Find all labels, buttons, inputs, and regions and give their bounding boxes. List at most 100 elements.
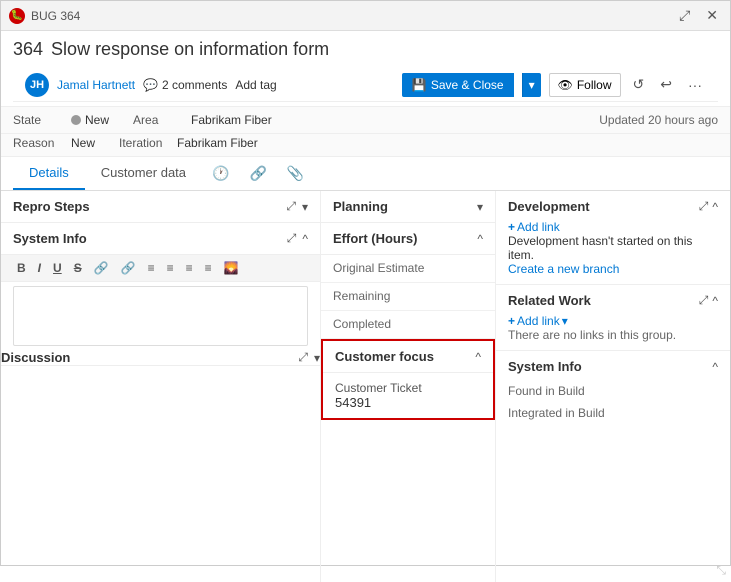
link-button[interactable]: 🔗 bbox=[90, 259, 113, 277]
work-item-id: 364 bbox=[13, 39, 43, 60]
state-label: State bbox=[13, 113, 63, 127]
related-expand-icon[interactable]: ⤢ bbox=[699, 293, 709, 308]
related-chevron: ▾ bbox=[562, 314, 568, 328]
close-button[interactable]: ✕ bbox=[702, 5, 722, 26]
area-value[interactable]: Fabrikam Fiber bbox=[191, 113, 272, 127]
discussion-chevron[interactable]: ▾ bbox=[314, 351, 320, 365]
save-close-button[interactable]: 💾 Save & Close bbox=[402, 73, 514, 97]
list-button[interactable]: ≡ bbox=[144, 259, 159, 277]
bold-button[interactable]: B bbox=[13, 259, 30, 277]
create-branch-link[interactable]: Create a new branch bbox=[508, 262, 619, 276]
tab-attach[interactable]: 📎 bbox=[277, 159, 314, 188]
title-bar: 🐛 BUG 364 ⤢ ✕ bbox=[1, 1, 730, 31]
main-content: Repro Steps ⤢ ▾ System Info ⤢ ^ B I U S … bbox=[1, 191, 730, 582]
reason-group: Reason New bbox=[13, 136, 95, 150]
customer-focus-collapse[interactable]: ^ bbox=[475, 350, 481, 364]
sys-info-right-collapse[interactable]: ^ bbox=[712, 360, 718, 374]
right-column: Development ⤢ ^ + Add link Development h… bbox=[496, 191, 730, 582]
follow-button[interactable]: 👁 Follow bbox=[549, 73, 621, 97]
editor-toolbar: B I U S 🔗 🔗 ≡ ≡ ≡ ≡ 🌄 bbox=[1, 255, 320, 282]
related-work-title: Related Work bbox=[508, 293, 591, 308]
integrated-in-build-field[interactable]: Integrated in Build bbox=[508, 402, 718, 424]
customer-focus-body: Customer Ticket 54391 bbox=[323, 373, 493, 418]
dev-collapse-icon[interactable]: ^ bbox=[712, 199, 718, 214]
plus-icon: + bbox=[508, 220, 515, 234]
strikethrough-button[interactable]: S bbox=[70, 259, 86, 277]
reason-label: Reason bbox=[13, 136, 63, 150]
title-bar-text: BUG 364 bbox=[31, 9, 80, 23]
development-title: Development bbox=[508, 199, 590, 214]
tab-customer-data[interactable]: Customer data bbox=[85, 157, 202, 190]
indent-button[interactable]: ≡ bbox=[182, 259, 197, 277]
planning-title: Planning bbox=[333, 199, 388, 214]
area-label: Area bbox=[133, 113, 183, 127]
discussion-title: Discussion bbox=[1, 350, 70, 365]
editor-area[interactable] bbox=[13, 286, 308, 346]
planning-chevron[interactable]: ▾ bbox=[477, 200, 483, 214]
link2-button[interactable]: 🔗 bbox=[117, 259, 140, 277]
reason-area: Reason New Iteration Fabrikam Fiber bbox=[1, 134, 730, 157]
sys-collapse-icon[interactable]: ^ bbox=[302, 232, 308, 246]
related-work-section: Related Work ⤢ ^ + Add link ▾ There are … bbox=[496, 285, 730, 351]
user-name[interactable]: Jamal Hartnett bbox=[57, 78, 135, 92]
updated-text: Updated 20 hours ago bbox=[599, 113, 718, 127]
development-section: Development ⤢ ^ + Add link Development h… bbox=[496, 191, 730, 285]
system-info-header[interactable]: System Info ⤢ ^ bbox=[1, 223, 320, 255]
sys-expand-icon[interactable]: ⤢ bbox=[287, 231, 297, 246]
reason-value[interactable]: New bbox=[71, 136, 95, 150]
effort-collapse[interactable]: ^ bbox=[477, 232, 483, 246]
comments-count: 2 comments bbox=[162, 78, 227, 92]
remaining-field[interactable]: Remaining bbox=[321, 283, 495, 311]
tab-details[interactable]: Details bbox=[13, 157, 85, 190]
undo-button[interactable]: ↩ bbox=[656, 72, 676, 97]
add-tag-button[interactable]: Add tag bbox=[235, 78, 276, 92]
system-info-right-section: System Info ^ Found in Build Integrated … bbox=[496, 351, 730, 432]
save-icon: 💾 bbox=[412, 78, 427, 92]
found-in-build-field[interactable]: Found in Build bbox=[508, 380, 718, 402]
related-add-link-button[interactable]: + Add link ▾ bbox=[508, 314, 568, 328]
italic-button[interactable]: I bbox=[34, 259, 45, 277]
iteration-group: Iteration Fabrikam Fiber bbox=[119, 136, 258, 150]
state-dot bbox=[71, 115, 81, 125]
customer-ticket-label: Customer Ticket bbox=[335, 381, 481, 395]
state-area: State New Area Fabrikam Fiber Updated 20… bbox=[1, 107, 730, 134]
customer-focus-header[interactable]: Customer focus ^ bbox=[323, 341, 493, 373]
middle-column: Planning ▾ Effort (Hours) ^ Original Est… bbox=[321, 191, 496, 582]
save-close-dropdown[interactable]: ▾ bbox=[522, 73, 541, 97]
discussion-header[interactable]: Discussion ⤢ ▾ bbox=[1, 350, 320, 366]
outdent-button[interactable]: ≡ bbox=[201, 259, 216, 277]
planning-header[interactable]: Planning ▾ bbox=[321, 191, 495, 223]
customer-focus-section: Customer focus ^ Customer Ticket 54391 bbox=[321, 339, 495, 420]
customer-ticket-value[interactable]: 54391 bbox=[335, 395, 481, 410]
left-column: Repro Steps ⤢ ▾ System Info ⤢ ^ B I U S … bbox=[1, 191, 321, 582]
repro-expand-icon[interactable]: ⤢ bbox=[286, 199, 296, 214]
repro-steps-header[interactable]: Repro Steps ⤢ ▾ bbox=[1, 191, 320, 223]
comments-button[interactable]: 💬 2 comments bbox=[143, 78, 227, 92]
work-item-title: Slow response on information form bbox=[51, 39, 329, 60]
image-button[interactable]: 🌄 bbox=[220, 259, 243, 277]
expand-button[interactable]: ⤢ bbox=[675, 5, 694, 26]
dev-add-link-button[interactable]: + Add link bbox=[508, 220, 560, 234]
iteration-value[interactable]: Fabrikam Fiber bbox=[177, 136, 258, 150]
state-value[interactable]: New bbox=[71, 113, 109, 127]
effort-header[interactable]: Effort (Hours) ^ bbox=[321, 223, 495, 255]
dev-expand-icon[interactable]: ⤢ bbox=[699, 199, 709, 214]
olist-button[interactable]: ≡ bbox=[163, 259, 178, 277]
state-group: State New bbox=[13, 113, 109, 127]
area-group: Area Fabrikam Fiber bbox=[133, 113, 272, 127]
discussion-expand-icon[interactable]: ⤢ bbox=[298, 350, 308, 365]
customer-focus-title: Customer focus bbox=[335, 349, 434, 364]
more-button[interactable]: ··· bbox=[684, 73, 706, 97]
tab-link[interactable]: 🔗 bbox=[239, 159, 276, 188]
system-info-title: System Info bbox=[13, 231, 87, 246]
original-estimate-field[interactable]: Original Estimate bbox=[321, 255, 495, 283]
completed-field[interactable]: Completed bbox=[321, 311, 495, 339]
work-item-header: 364 Slow response on information form JH… bbox=[1, 31, 730, 107]
related-collapse-icon[interactable]: ^ bbox=[712, 293, 718, 308]
repro-chevron[interactable]: ▾ bbox=[302, 200, 308, 214]
refresh-button[interactable]: ↺ bbox=[629, 72, 649, 97]
tab-history[interactable]: 🕐 bbox=[202, 159, 239, 188]
comment-icon: 💬 bbox=[143, 78, 158, 92]
tab-row: Details Customer data 🕐 🔗 📎 bbox=[1, 157, 730, 191]
underline-button[interactable]: U bbox=[49, 259, 66, 277]
